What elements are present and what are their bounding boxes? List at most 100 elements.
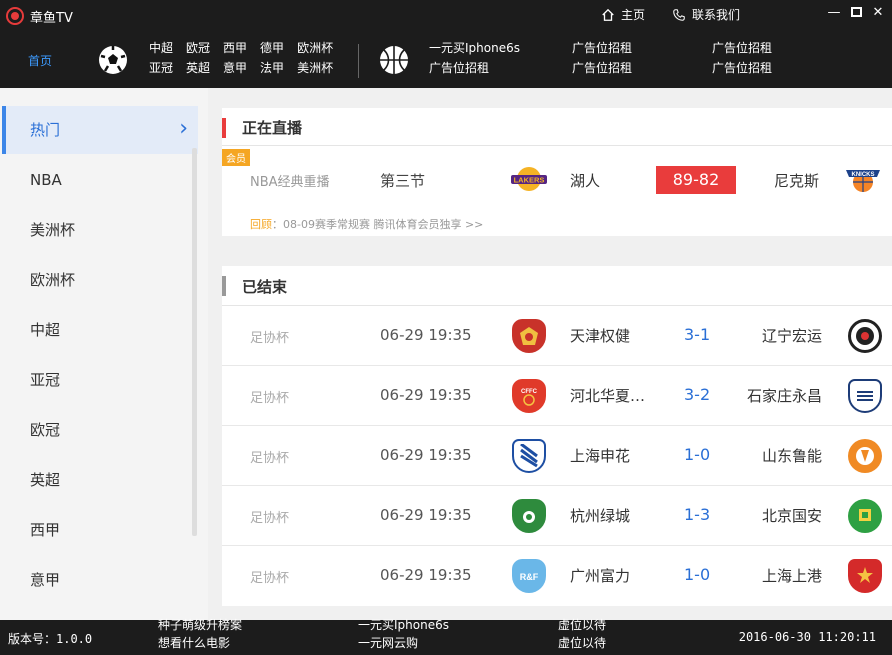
match-row[interactable]: 足协杯 06-29 19:35 上海申花 1-0 山东鲁能 [222,426,892,486]
knicks-logo-icon: KNICKS [844,162,882,196]
nav-league-acl[interactable]: 亚冠 [149,61,173,75]
nav-ad-link[interactable]: 广告位招租 [572,61,632,75]
sidebar-item-seriea[interactable]: 意甲 [2,556,198,604]
match-league: 足协杯 [250,571,290,586]
home-icon [602,8,614,21]
nav-league-copa[interactable]: 美洲杯 [297,61,333,75]
status-link[interactable]: 虚位以待 [558,618,606,632]
nav-ad-link[interactable]: 广告位招租 [429,61,520,75]
nav-league-ucl[interactable]: 欧冠 [186,41,210,55]
status-link[interactable]: 一元买Iphone6s [358,618,449,632]
match-time: 06-29 19:35 [380,566,472,584]
liaoning-hongyun-logo-icon [848,319,882,353]
nav-league-csl[interactable]: 中超 [149,41,173,55]
sidebar-item-laliga[interactable]: 西甲 [2,506,198,554]
nav-league-euro[interactable]: 欧洲杯 [297,41,333,55]
nav-ad-link[interactable]: 广告位招租 [712,41,772,55]
nav-league-laliga[interactable]: 西甲 [223,41,247,55]
sidebar-item-copa[interactable]: 美洲杯 [2,206,198,254]
status-link[interactable]: 种子萌级升榜案 [158,618,242,632]
match-league: 足协杯 [250,511,290,526]
live-panel-title: 正在直播 [242,119,303,137]
match-score: 1-0 [684,565,711,584]
nav-league-epl[interactable]: 英超 [186,61,210,75]
match-row[interactable]: 足协杯 06-29 19:35 杭州绿城 1-3 北京国安 [222,486,892,546]
replay-label: 回顾 [250,218,272,231]
datetime-label: 2016-06-30 11:20:11 [738,630,876,644]
match-time: 06-29 19:35 [380,506,472,524]
sidebar-item-hot[interactable]: 热门 [2,105,198,154]
status-links-col-1: 种子萌级升榜案 想看什么电影 [158,618,242,650]
status-links-col-3: 虚位以待 虚位以待 [558,618,606,650]
status-link[interactable]: 一元网云购 [358,636,449,650]
match-away-team: 石家庄永昌 [746,387,822,405]
live-away-team: 尼克斯 [774,172,820,190]
hangzhou-greentown-logo-icon [512,499,546,533]
home-link[interactable]: 主页 [601,6,645,23]
app-title: 章鱼TV [30,11,73,26]
shijiazhuang-yongchang-logo-icon [848,379,882,413]
main-content: 正在直播 会员 NBA经典重播 第三节 LAKERS 湖人 89-82 尼克斯 [208,88,892,620]
football-league-links: 中超 欧冠 西甲 德甲 欧洲杯 亚冠 英超 意甲 法甲 美洲杯 [149,41,333,75]
live-home-team: 湖人 [570,172,601,190]
replay-text: ：08-09赛季常规赛 腾讯体育会员独享 >> [272,218,484,231]
nav-home-tab[interactable]: 首页 [28,52,52,69]
nav-ads-col-3: 广告位招租 广告位招租 [712,41,772,75]
nav-league-seriea[interactable]: 意甲 [223,61,247,75]
vip-badge: 会员 [222,149,250,166]
match-time: 06-29 19:35 [380,386,472,404]
status-bar: 版本号：1.0.0 种子萌级升榜案 想看什么电影 一元买Iphone6s 一元网… [0,618,892,655]
close-icon[interactable]: ✕ [870,4,886,20]
guangzhou-rf-logo-icon: R&F [512,559,546,593]
match-score: 3-2 [684,385,711,404]
svg-text:KNICKS: KNICKS [851,172,874,178]
title-bar: 章鱼TV 主页 联系我们 — ✕ [0,0,892,32]
match-row[interactable]: 足协杯 06-29 19:35 R&F 广州富力 1-0 上海上港 [222,546,892,606]
ended-panel: 已结束 足协杯 06-29 19:35 天津权健 3-1 辽宁宏运 足协杯 06… [222,266,892,606]
maximize-icon[interactable] [848,4,864,20]
beijing-guoan-logo-icon [848,499,882,533]
sidebar-item-epl[interactable]: 英超 [2,456,198,504]
status-link[interactable]: 想看什么电影 [158,636,242,650]
match-home-team: 上海申花 [570,447,631,465]
status-link[interactable]: 虚位以待 [558,636,606,650]
sidebar-item-acl[interactable]: 亚冠 [2,356,198,404]
ended-panel-header: 已结束 [222,266,892,306]
nav-ad-link[interactable]: 广告位招租 [572,41,632,55]
match-league: 足协杯 [250,331,290,346]
window-controls: — ✕ [826,4,886,20]
sidebar-item-nba[interactable]: NBA [2,156,198,204]
match-league: 足协杯 [250,391,290,406]
nav-divider [358,44,359,78]
match-row[interactable]: 足协杯 06-29 19:35 天津权健 3-1 辽宁宏运 [222,306,892,366]
match-score: 1-0 [684,445,711,464]
match-row[interactable]: 足协杯 06-29 19:35 CFFC 河北华夏幸福 3-2 石家庄永昌 [222,366,892,426]
match-home-team: 杭州绿城 [570,507,631,525]
nav-ads-col-2: 广告位招租 广告位招租 [572,41,632,75]
sidebar-scrollbar[interactable] [192,148,197,536]
contact-link-label: 联系我们 [692,8,741,22]
football-icon [99,46,127,74]
replay-link[interactable]: 回顾：08-09赛季常规赛 腾讯体育会员独享 >> [250,216,483,232]
lakers-logo-icon: LAKERS [510,164,548,194]
minimize-icon[interactable]: — [826,4,842,20]
live-match-league: NBA经典重播 [250,175,330,190]
nav-ad-link[interactable]: 广告位招租 [712,61,772,75]
nav-ad-link[interactable]: 一元买Iphone6s [429,41,520,55]
live-match-period: 第三节 [380,172,426,190]
shanghai-shenhua-logo-icon [512,439,546,473]
tianjin-quanjian-logo-icon [512,319,546,353]
nav-league-bundesliga[interactable]: 德甲 [260,41,284,55]
basketball-icon [380,46,408,74]
nav-ads-col-1: 一元买Iphone6s 广告位招租 [429,41,520,75]
svg-text:CFFC: CFFC [521,389,538,395]
match-league: 足协杯 [250,451,290,466]
contact-link[interactable]: 联系我们 [672,6,740,23]
sidebar-item-euro[interactable]: 欧洲杯 [2,256,198,304]
home-link-label: 主页 [621,8,646,22]
live-panel-header: 正在直播 [222,108,892,146]
sidebar-item-ucl[interactable]: 欧冠 [2,406,198,454]
hebei-cffc-logo-icon: CFFC [512,379,546,413]
nav-league-ligue1[interactable]: 法甲 [260,61,284,75]
sidebar-item-csl[interactable]: 中超 [2,306,198,354]
